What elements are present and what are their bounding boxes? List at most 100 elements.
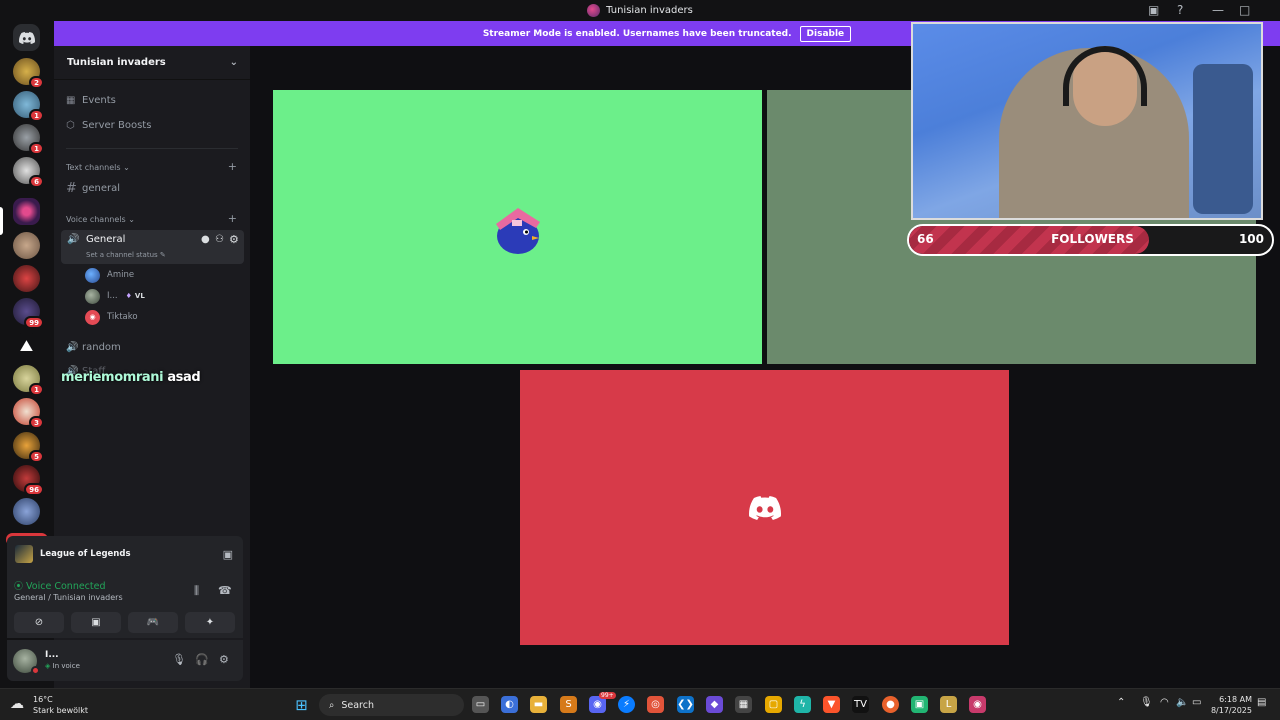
text-channels-category[interactable]: Text channels ⌄ bbox=[66, 163, 130, 172]
server-icon-tunisian-invaders[interactable] bbox=[13, 198, 40, 225]
voice-channel-random[interactable]: 🔊 random bbox=[66, 338, 244, 356]
disconnect-icon[interactable]: ☎ bbox=[218, 584, 232, 597]
username[interactable]: I... bbox=[45, 650, 59, 660]
voice-connection-panel: ⦿ Voice Connected General / Tunisian inv… bbox=[7, 572, 243, 638]
brave-icon[interactable]: ▼ bbox=[823, 696, 840, 713]
speaker-icon: 🔊 bbox=[67, 234, 80, 245]
copilot-icon[interactable]: ◐ bbox=[501, 696, 518, 713]
divider bbox=[66, 148, 238, 149]
chevron-down-icon[interactable]: ⌄ bbox=[230, 57, 238, 68]
disable-streamer-mode-button[interactable]: Disable bbox=[799, 25, 852, 42]
server-icon-14[interactable] bbox=[13, 498, 40, 525]
vscode-icon[interactable]: ❮❯ bbox=[677, 696, 694, 713]
app-icon-teal[interactable]: ϟ bbox=[794, 696, 811, 713]
microphone-icon[interactable]: 🎙 bbox=[172, 653, 186, 666]
video-tile-amine[interactable] bbox=[273, 90, 762, 364]
notification-icon[interactable]: ▤ bbox=[1257, 697, 1266, 708]
voice-channels-category[interactable]: Voice channels ⌄ bbox=[66, 215, 135, 224]
followers-label: FOLLOWERS bbox=[1051, 232, 1134, 246]
server-icon-1[interactable]: 2 bbox=[13, 58, 44, 89]
unread-badge: 1 bbox=[29, 142, 44, 155]
maximize-icon[interactable]: □ bbox=[1239, 3, 1250, 17]
gear-icon[interactable]: ⚙ bbox=[219, 653, 229, 666]
obs-icon[interactable]: ◉ bbox=[969, 696, 986, 713]
activity-panel[interactable]: League of Legends ▣ bbox=[7, 536, 243, 572]
league-taskbar-icon[interactable]: L bbox=[940, 696, 957, 713]
clock-date: 8/17/2025 bbox=[1210, 706, 1252, 715]
server-boosts-item[interactable]: ⬡ Server Boosts bbox=[66, 116, 244, 134]
user-avatar[interactable] bbox=[13, 649, 40, 675]
category-label: Text channels bbox=[66, 163, 121, 172]
headphones-icon[interactable]: 🎧 bbox=[195, 653, 209, 666]
activities-button[interactable]: 🎮 bbox=[128, 612, 178, 633]
unread-badge: 2 bbox=[29, 76, 44, 89]
events-item[interactable]: ▦ Events bbox=[66, 91, 244, 109]
tradingview-icon[interactable]: TV bbox=[852, 696, 869, 713]
taskbar-search[interactable]: ⌕ Search bbox=[319, 694, 464, 716]
battery-icon[interactable]: ▭ bbox=[1192, 697, 1201, 708]
voice-connected-status[interactable]: ⦿ Voice Connected bbox=[14, 579, 106, 592]
followers-goal: 100 bbox=[1238, 232, 1264, 246]
volume-icon[interactable]: 🔈 bbox=[1176, 697, 1188, 708]
app-icon-green[interactable]: ▣ bbox=[911, 696, 928, 713]
server-icon-9[interactable]: ⛰ bbox=[13, 332, 40, 359]
channel-status[interactable]: Set a channel status ✎ bbox=[86, 251, 166, 259]
server-icon-7[interactable] bbox=[13, 265, 40, 292]
channel-status-text: Set a channel status bbox=[86, 251, 158, 259]
app-icon-yellow[interactable]: ▢ bbox=[765, 696, 782, 713]
share-screen-button[interactable]: ▣ bbox=[71, 612, 121, 633]
add-voice-channel-icon[interactable]: + bbox=[228, 212, 237, 225]
discord-home-icon[interactable] bbox=[13, 24, 40, 51]
microphone-tray-icon[interactable]: 🎙 bbox=[1140, 697, 1153, 708]
firefox-icon[interactable]: ● bbox=[882, 696, 899, 713]
voice-location[interactable]: General / Tunisian invaders bbox=[14, 593, 123, 602]
video-tile-tiktako[interactable] bbox=[520, 370, 1009, 645]
noise-suppression-icon[interactable]: ⫼ bbox=[194, 584, 199, 598]
task-view-icon[interactable]: ▭ bbox=[472, 696, 489, 713]
chevron-up-icon[interactable]: ⌃ bbox=[1117, 697, 1125, 708]
server-icon-2[interactable]: 1 bbox=[13, 91, 44, 122]
server-icon-8[interactable]: 99 bbox=[13, 298, 44, 329]
chat-icon[interactable]: ● bbox=[201, 234, 210, 245]
server-header[interactable]: Tunisian invaders ⌄ bbox=[54, 46, 250, 80]
invite-icon[interactable]: ⚇ bbox=[215, 234, 224, 245]
app-icon-gray[interactable]: ▦ bbox=[735, 696, 752, 713]
server-icon-10[interactable]: 1 bbox=[13, 365, 44, 396]
unread-badge: 5 bbox=[29, 450, 44, 463]
voice-user-tiktako[interactable]: ◉ Tiktako bbox=[85, 309, 138, 325]
gear-icon[interactable]: ⚙ bbox=[229, 233, 239, 246]
server-icon-13[interactable]: 96 bbox=[13, 465, 44, 496]
server-icon-4[interactable]: 6 bbox=[13, 157, 44, 188]
screen-share-icon: ▣ bbox=[91, 617, 101, 628]
add-text-channel-icon[interactable]: + bbox=[228, 160, 237, 173]
system-clock[interactable]: 6:18 AM 8/17/2025 bbox=[1210, 694, 1252, 716]
obsidian-icon[interactable]: ◆ bbox=[706, 696, 723, 713]
messenger-icon[interactable]: ⚡ bbox=[618, 696, 635, 713]
app-icon-red[interactable]: ◎ bbox=[647, 696, 664, 713]
gamepad-icon: 🎮 bbox=[146, 617, 160, 628]
voice-user-name: Amine bbox=[107, 270, 135, 280]
overlay-username: meriemomrani bbox=[61, 370, 164, 385]
soundboard-button[interactable]: ✦ bbox=[185, 612, 235, 633]
server-icon-12[interactable]: 5 bbox=[13, 432, 44, 463]
sublime-icon[interactable]: S bbox=[560, 696, 577, 713]
server-icon-3[interactable]: 1 bbox=[13, 124, 44, 155]
channel-general-text[interactable]: # general bbox=[66, 179, 244, 197]
file-explorer-icon[interactable]: ▬ bbox=[530, 696, 547, 713]
windows-start-icon[interactable]: ⊞ bbox=[293, 696, 310, 714]
voice-channel-general[interactable]: 🔊 General Set a channel status ✎ ● ⚇ ⚙ bbox=[61, 230, 244, 264]
unread-badge: 3 bbox=[29, 416, 44, 429]
voice-user-amine[interactable]: Amine bbox=[85, 267, 134, 283]
voice-user-self[interactable]: I... ♦ VL bbox=[85, 288, 145, 304]
inbox-icon[interactable]: ▣ bbox=[1148, 3, 1159, 17]
camera-off-button[interactable]: ⊘ bbox=[14, 612, 64, 633]
wifi-icon[interactable]: ◠ bbox=[1160, 697, 1169, 708]
minimize-icon[interactable]: — bbox=[1212, 3, 1224, 17]
help-icon[interactable]: ? bbox=[1177, 3, 1183, 17]
voice-status-text: Voice Connected bbox=[26, 581, 106, 592]
server-icon-6[interactable] bbox=[13, 232, 40, 259]
user-status: ◈ In voice bbox=[45, 662, 80, 670]
server-name: Tunisian invaders bbox=[67, 57, 166, 68]
server-icon-11[interactable]: 3 bbox=[13, 398, 44, 429]
screen-share-icon[interactable]: ▣ bbox=[223, 548, 233, 561]
